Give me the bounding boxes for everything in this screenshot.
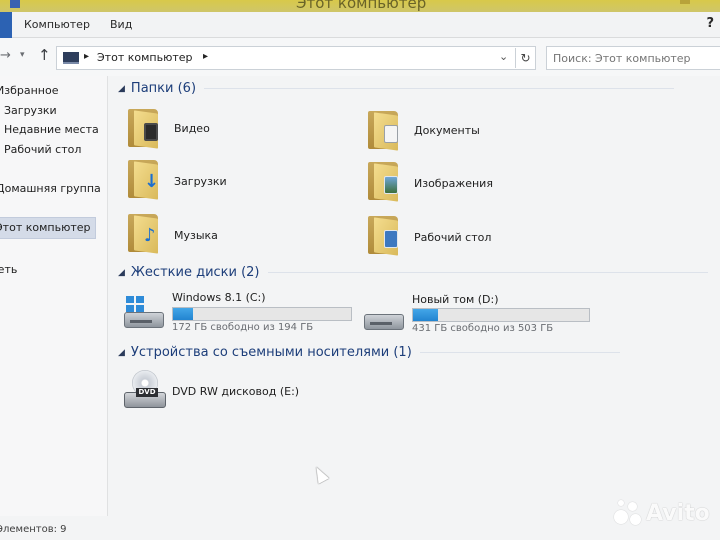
refresh-icon[interactable]: ↻ — [515, 48, 535, 68]
sidebar-item-this-pc[interactable]: Этот компьютер — [0, 217, 96, 239]
removable-group-title: Устройства со съемными носителями (1) — [130, 345, 412, 360]
collapse-chevron-icon[interactable]: ◢ — [118, 84, 125, 94]
forward-arrow-icon[interactable]: → — [0, 48, 11, 63]
file-tab[interactable] — [0, 12, 12, 38]
sidebar-item-recent-places[interactable]: Недавние места — [4, 123, 99, 136]
minimize-button[interactable] — [680, 0, 690, 4]
removable-group-header[interactable]: ◢ Устройства со съемными носителями (1) — [118, 345, 620, 360]
breadcrumb-separator-icon[interactable]: ▸ — [84, 51, 89, 62]
folder-label-pictures[interactable]: Изображения — [414, 177, 493, 190]
address-dropdown-icon[interactable]: ⌄ — [499, 50, 508, 63]
folder-label-music[interactable]: Музыка — [174, 229, 218, 242]
folders-group-title: Папки (6) — [130, 81, 197, 96]
drive-label-d[interactable]: Новый том (D:) — [412, 293, 499, 306]
item-count: Элементов: 9 — [0, 524, 67, 535]
navigation-bar: → ▾ ↑ ▸ Этот компьютер ▸ ⌄ ↻ — [0, 38, 720, 76]
folder-label-downloads[interactable]: Загрузки — [174, 175, 227, 188]
documents-folder-icon[interactable] — [368, 111, 398, 151]
folders-group-header[interactable]: ◢ Папки (6) — [118, 81, 675, 96]
system-drive-icon[interactable] — [122, 292, 166, 332]
navigation-pane: Избранное Загрузки Недавние места Рабочи… — [0, 76, 108, 516]
search-box[interactable] — [546, 46, 720, 70]
folder-label-video[interactable]: Видео — [174, 122, 210, 135]
help-icon[interactable]: ? — [706, 16, 714, 31]
avito-wordmark: Avito — [646, 500, 710, 526]
drive-label-c[interactable]: Windows 8.1 (C:) — [172, 291, 266, 304]
sidebar-item-network[interactable]: Сеть — [0, 263, 17, 276]
ribbon: Компьютер Вид ? — [0, 12, 720, 38]
sidebar-item-favorites[interactable]: Избранное — [0, 84, 58, 97]
drive-usage-fill-c — [173, 308, 194, 320]
folder-label-desktop[interactable]: Рабочий стол — [414, 231, 491, 244]
status-bar: Элементов: 9 — [0, 516, 720, 540]
quick-access-icon[interactable] — [10, 0, 20, 8]
video-folder-icon[interactable] — [128, 109, 158, 149]
window-title: Этот компьютер — [296, 0, 427, 12]
title-bar: Этот компьютер — [0, 0, 720, 12]
dvd-label: DVD — [136, 388, 158, 397]
drive-free-space-d: 431 ГБ свободно из 503 ГБ — [412, 323, 554, 334]
sidebar-item-downloads[interactable]: Загрузки — [4, 104, 57, 117]
avito-watermark: Avito — [614, 500, 710, 526]
sidebar-item-homegroup[interactable]: Домашняя группа — [0, 182, 101, 195]
drive-label-e[interactable]: DVD RW дисковод (E:) — [172, 385, 299, 398]
collapse-chevron-icon[interactable]: ◢ — [118, 348, 125, 358]
drive-usage-bar-c — [172, 307, 352, 321]
group-divider — [419, 352, 620, 353]
breadcrumb-chevron-icon[interactable]: ▸ — [203, 51, 208, 62]
history-dropdown-icon[interactable]: ▾ — [20, 50, 25, 60]
dvd-drive-icon[interactable]: DVD — [122, 370, 168, 412]
computer-icon — [63, 52, 79, 64]
tab-computer[interactable]: Компьютер — [24, 18, 90, 31]
hard-drive-icon[interactable] — [362, 294, 406, 334]
downloads-folder-icon[interactable]: ↓ — [128, 160, 159, 200]
search-input[interactable] — [553, 48, 720, 68]
drives-group-title: Жесткие диски (2) — [130, 265, 260, 280]
address-bar[interactable]: ▸ Этот компьютер ▸ ⌄ ↻ — [56, 46, 536, 70]
tab-view[interactable]: Вид — [110, 18, 132, 31]
drive-usage-fill-d — [413, 309, 439, 321]
drive-free-space-c: 172 ГБ свободно из 194 ГБ — [172, 322, 314, 333]
drive-usage-bar-d — [412, 308, 590, 322]
drives-group-header[interactable]: ◢ Жесткие диски (2) — [118, 265, 708, 280]
group-divider — [267, 272, 708, 273]
desktop-folder-icon[interactable] — [368, 216, 398, 256]
folder-label-documents[interactable]: Документы — [414, 124, 480, 137]
group-divider — [204, 88, 675, 89]
content-area: ◢ Папки (6) Видео Документы ↓ Загрузки И… — [108, 76, 720, 516]
pictures-folder-icon[interactable] — [368, 162, 398, 202]
music-folder-icon[interactable]: ♪ — [128, 214, 158, 254]
collapse-chevron-icon[interactable]: ◢ — [118, 268, 125, 278]
windows-logo-icon — [126, 296, 146, 312]
sidebar-item-desktop[interactable]: Рабочий стол — [4, 143, 81, 156]
up-arrow-icon[interactable]: ↑ — [38, 46, 51, 64]
avito-logo-icon — [614, 500, 642, 526]
breadcrumb-this-pc[interactable]: Этот компьютер — [97, 51, 193, 64]
